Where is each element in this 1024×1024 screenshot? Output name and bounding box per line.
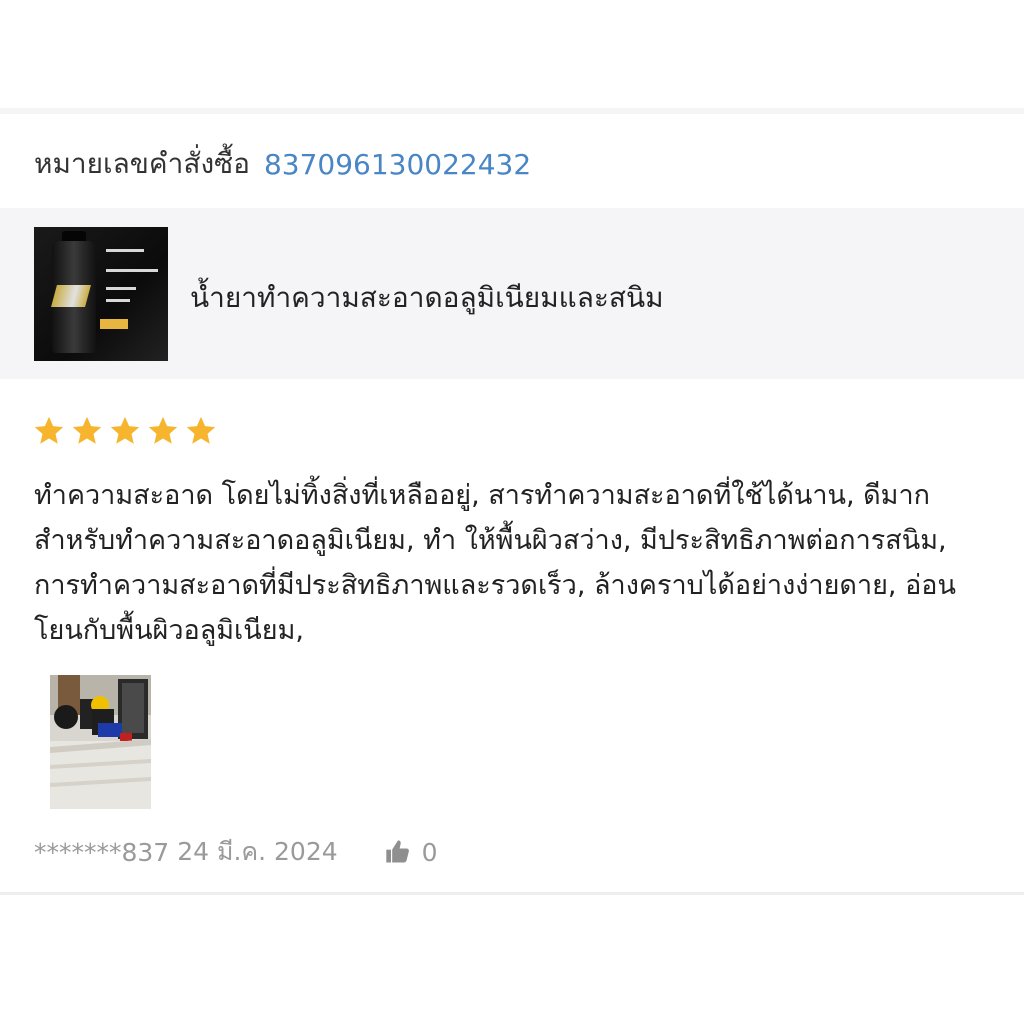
reviewer-name: *******837 [34, 837, 170, 867]
thumb-decor-line [106, 249, 144, 252]
star-icon [34, 416, 64, 444]
thumbs-up-icon[interactable] [384, 838, 412, 866]
review-photo-image[interactable] [50, 675, 151, 809]
review-text: ทำความสะอาด โดยไม่ทิ้งสิ่งที่เหลืออยู่, … [34, 480, 956, 646]
order-number-link[interactable]: 837096130022432 [264, 148, 531, 181]
product-name[interactable]: น้ำยาทำความสะอาดอลูมิเนียมและสนิม [190, 276, 664, 320]
star-icon [148, 416, 178, 444]
rating-stars [32, 414, 218, 448]
thumb-decor-line [106, 299, 130, 302]
order-number-label: หมายเลขคำสั่งซื้อ [34, 147, 250, 180]
review-date: 24 มี.ค. 2024 [177, 837, 338, 866]
top-divider [0, 108, 1024, 114]
bottom-divider [0, 892, 1024, 895]
like-count: 0 [421, 837, 438, 867]
review-footer: *******837 24 มี.ค. 2024 0 [34, 832, 438, 872]
thumb-price-tag-shape [100, 319, 128, 329]
bottle-logo-shape [51, 285, 91, 307]
product-bottle-image[interactable] [34, 227, 168, 361]
star-icon [186, 416, 216, 444]
thumb-decor-line [106, 269, 158, 272]
star-icon [72, 416, 102, 444]
thumb-decor-line [106, 287, 136, 290]
order-number-row: หมายเลขคำสั่งซื้อ 837096130022432 [34, 140, 531, 188]
review-photo-drawing [50, 675, 151, 809]
star-icon [110, 416, 140, 444]
